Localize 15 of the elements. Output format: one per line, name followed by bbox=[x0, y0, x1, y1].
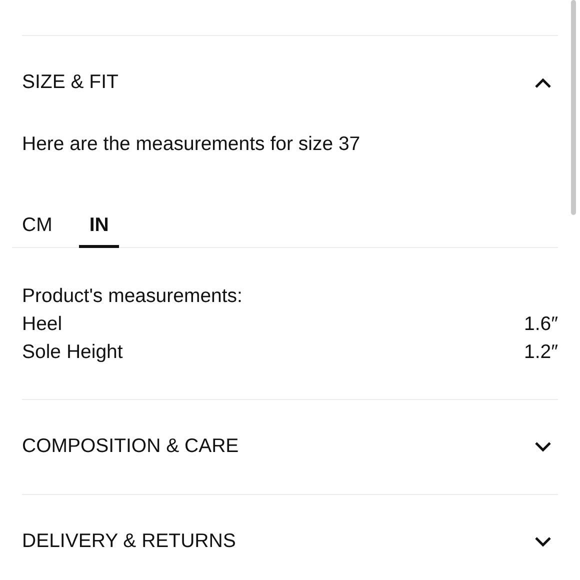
chevron-down-icon[interactable] bbox=[534, 536, 552, 548]
chevron-down-icon[interactable] bbox=[534, 441, 552, 453]
section-title[interactable]: DELIVERY & RETURNS bbox=[22, 527, 236, 557]
section-title[interactable]: SIZE & FIT bbox=[22, 68, 118, 98]
unit-tab[interactable]: IN bbox=[79, 206, 119, 248]
chevron-up-icon[interactable] bbox=[534, 77, 552, 89]
measurement-value: 1.2″ bbox=[524, 340, 558, 365]
measurement-label: Heel bbox=[22, 312, 62, 337]
measurements-heading: Product's measurements: bbox=[22, 284, 244, 309]
size-intro-text: Here are the measurements for size 37 bbox=[22, 132, 362, 157]
section-title[interactable]: COMPOSITION & CARE bbox=[22, 432, 239, 462]
unit-tab[interactable]: CM bbox=[12, 206, 62, 248]
measurement-value: 1.6″ bbox=[524, 312, 558, 337]
scrollbar[interactable] bbox=[571, 0, 576, 215]
measurement-label: Sole Height bbox=[22, 340, 123, 365]
